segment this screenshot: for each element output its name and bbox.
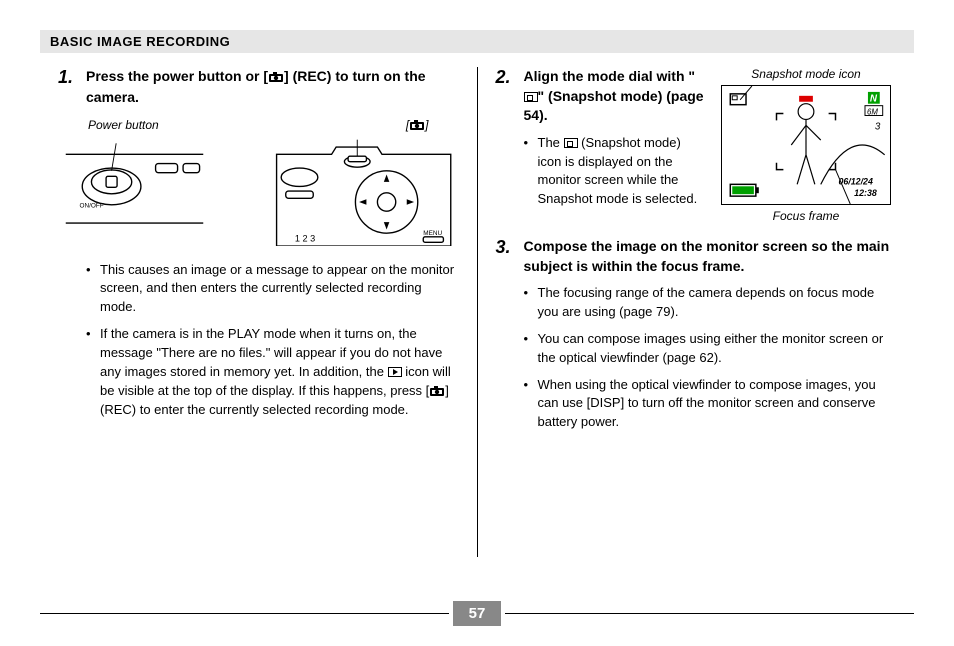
camera-rec-icon: [268, 70, 284, 88]
step-3-number: 3.: [496, 237, 511, 257]
step-3-bullet-1: The focusing range of the camera depends…: [524, 284, 897, 322]
step-2-bullets: The (Snapshot mode) icon is displayed on…: [496, 134, 705, 209]
camera-rec-icon-inline: [429, 385, 445, 397]
svg-text:1 2 3: 1 2 3: [295, 233, 315, 243]
step-3-bullet-2: You can compose images using either the …: [524, 330, 897, 368]
section-header: BASIC IMAGE RECORDING: [40, 30, 914, 53]
footer-line-right: [505, 613, 914, 614]
camera-top-diagram: ON/OFF: [58, 136, 459, 246]
step-3-bullet-3: When using the optical viewfinder to com…: [524, 376, 897, 433]
two-column-layout: 1. Press the power button or [] (REC) to…: [40, 67, 914, 557]
svg-text:N: N: [870, 94, 878, 105]
step-2-title-a: Align the mode dial with ": [524, 68, 696, 84]
right-column: 2. Align the mode dial with " " (Snapshot…: [478, 67, 915, 557]
step-3-bullets: The focusing range of the camera depends…: [496, 284, 897, 432]
step-1: 1. Press the power button or [] (REC) to…: [58, 67, 459, 108]
step-1-bullet-1: This causes an image or a message to app…: [86, 261, 459, 318]
step-2: 2. Align the mode dial with " " (Snapshot…: [496, 67, 705, 126]
step-2-number: 2.: [496, 67, 511, 87]
svg-text:06/12/24: 06/12/24: [838, 176, 873, 186]
svg-text:MENU: MENU: [423, 230, 442, 237]
svg-text:6M: 6M: [867, 108, 878, 117]
step-2-area: 2. Align the mode dial with " " (Snapshot…: [496, 67, 897, 223]
caption-focus-frame: Focus frame: [716, 209, 896, 223]
svg-text:3: 3: [875, 121, 881, 132]
step-1-bullet-2: If the camera is in the PLAY mode when i…: [86, 325, 459, 419]
lcd-preview-block: Snapshot mode icon N 6M: [716, 67, 896, 223]
power-button-label: Power button: [88, 118, 159, 132]
step-1-bullets: This causes an image or a message to app…: [58, 261, 459, 420]
page-number: 57: [453, 601, 502, 626]
step-1-number: 1.: [58, 67, 73, 87]
page-footer: 57: [40, 601, 914, 626]
step-3-title: Compose the image on the monitor screen …: [524, 238, 890, 274]
lcd-screen: N 6M 3: [721, 85, 891, 205]
caption-snapshot-icon: Snapshot mode icon: [716, 67, 896, 81]
step-2-bullet-1: The (Snapshot mode) icon is displayed on…: [524, 134, 705, 209]
play-mode-icon: [388, 367, 402, 377]
snapshot-mode-icon-inline: [564, 138, 578, 148]
svg-text:ON/OFF: ON/OFF: [80, 202, 104, 209]
section-title: BASIC IMAGE RECORDING: [50, 34, 230, 49]
diagram-labels: Power button []: [58, 118, 459, 132]
step-1-title-a: Press the power button or [: [86, 68, 268, 84]
snapshot-mode-icon: [524, 92, 538, 102]
step-3: 3. Compose the image on the monitor scre…: [496, 237, 897, 276]
svg-text:12:38: 12:38: [854, 188, 877, 198]
footer-line-left: [40, 613, 449, 614]
rec-bracket-label: []: [406, 118, 429, 132]
left-column: 1. Press the power button or [] (REC) to…: [40, 67, 477, 557]
step-2-title-b: " (Snapshot mode) (page 54).: [524, 88, 704, 124]
